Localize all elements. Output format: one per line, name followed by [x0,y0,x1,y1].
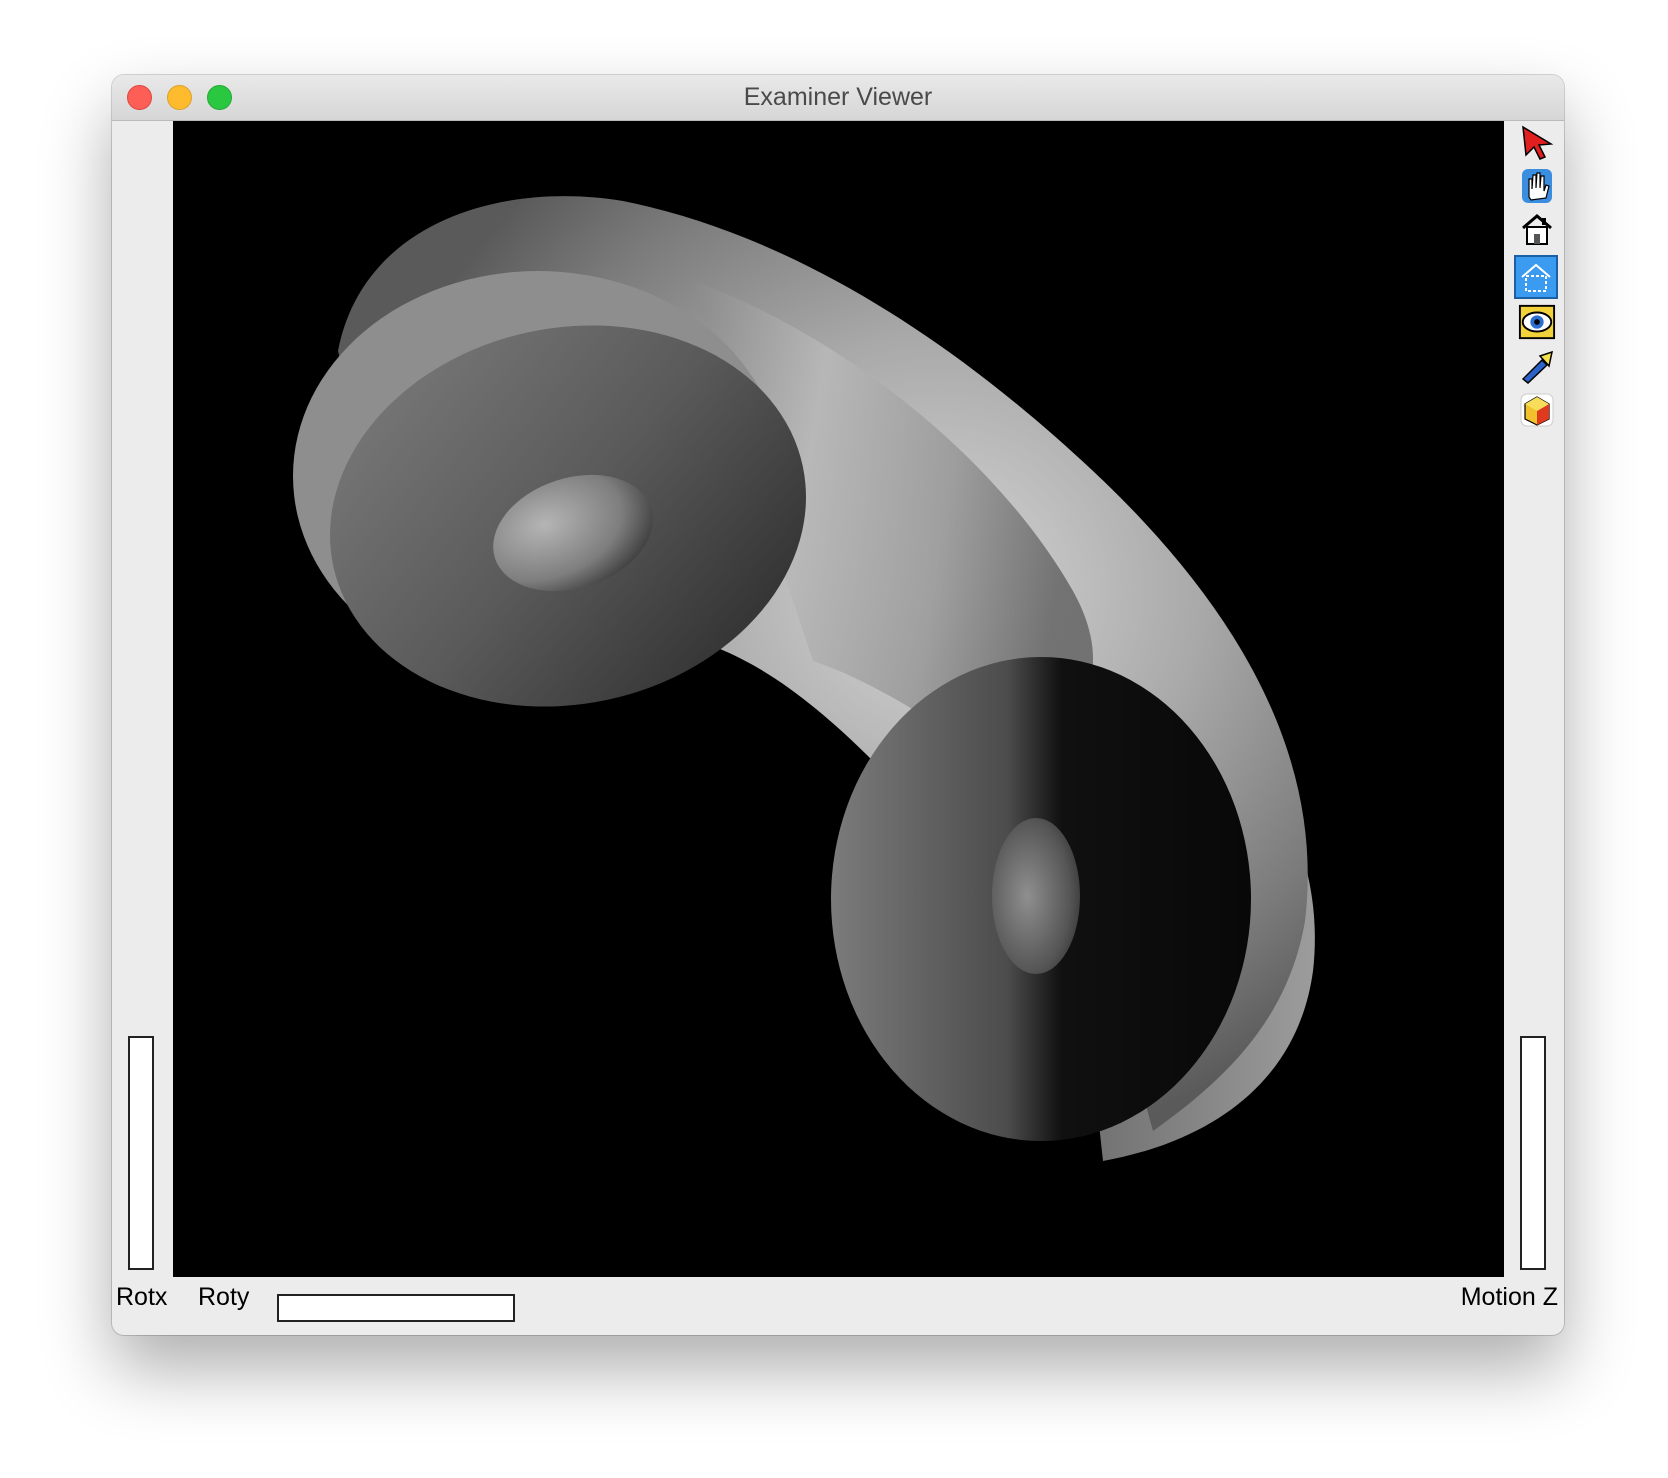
rotx-label: Rotx [116,1283,168,1311]
roty-label: Roty [198,1283,250,1311]
seek-flashlight-icon[interactable] [1518,347,1556,385]
scene-render[interactable] [173,121,1504,1277]
home-icon[interactable] [1518,211,1556,249]
lower-ring-hole [992,818,1080,974]
view-hand-icon[interactable] [1518,167,1556,205]
perspective-cube-icon[interactable] [1518,391,1556,429]
roty-thumbwheel[interactable] [277,1294,515,1322]
motion-z-thumbwheel[interactable] [1520,1036,1546,1270]
examiner-viewer-window: Examiner Viewer Rotx Roty Motion Z [112,75,1564,1335]
view-all-icon[interactable] [1518,303,1556,341]
window-title: Examiner Viewer [743,83,933,111]
set-home-icon[interactable] [1514,255,1558,299]
motion-z-label: Motion Z [1460,1283,1558,1311]
title-bar[interactable]: Examiner Viewer [112,75,1564,121]
rotx-thumbwheel[interactable] [128,1036,154,1270]
select-pointer-icon[interactable] [1518,123,1556,161]
3d-viewport[interactable] [173,121,1504,1277]
